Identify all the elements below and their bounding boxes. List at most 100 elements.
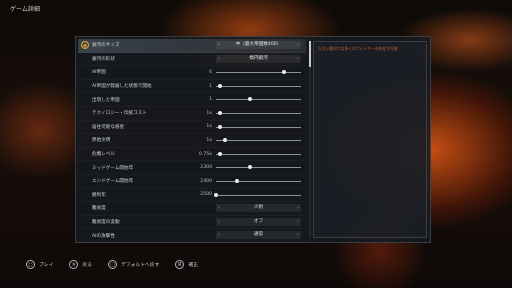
setting-label: AI帝国が発展した状態で開始: [92, 84, 152, 90]
setting-slider[interactable]: [216, 178, 301, 185]
slider-knob[interactable]: [214, 192, 218, 197]
slider-track: [216, 167, 301, 169]
chevron-right-icon[interactable]: ›: [297, 55, 299, 63]
setting-row[interactable]: AIの攻撃性 ‹ 通常 ›: [78, 229, 306, 243]
setting-label: 出現した帝国: [92, 97, 120, 103]
setting-value: 2500: [200, 192, 212, 198]
setting-label: 勝利年: [92, 192, 106, 198]
slider-knob[interactable]: [218, 124, 223, 129]
setting-label: ミッドゲーム開始年: [92, 165, 134, 171]
setting-value: 0.75x: [199, 151, 212, 157]
square-button-icon: □: [108, 260, 118, 269]
button-prompts: ○ プレイ ✕ 戻る □ デフォルトへ戻す R 補正: [26, 260, 214, 269]
setting-slider[interactable]: [216, 96, 301, 103]
setting-value: 2400: [200, 178, 212, 184]
setting-label: 銀河の形状: [92, 56, 115, 62]
choice-value: 通常: [253, 232, 264, 238]
slider-knob[interactable]: [218, 110, 223, 115]
setting-choice[interactable]: ‹ 中（最大帝国数400） ›: [216, 41, 301, 49]
setting-slider[interactable]: [216, 151, 301, 158]
slider-knob[interactable]: [282, 70, 286, 75]
setting-slider[interactable]: [216, 124, 301, 131]
settings-list: ◉ 銀河のサイズ ‹ 中（最大帝国数400） › 銀河の形状 ‹ 楕円銀河 › AI帝国 6 AI帝国…: [78, 39, 306, 243]
setting-row[interactable]: ミッドゲーム開始年 2300: [78, 161, 306, 175]
setting-slider[interactable]: [216, 83, 301, 90]
setting-label: 難易度の変動: [92, 220, 120, 226]
prompt-label: 補正: [188, 263, 199, 268]
slider-knob[interactable]: [222, 138, 227, 143]
setting-label: 原始文明: [92, 138, 111, 144]
setting-value: 1x: [206, 137, 212, 143]
setting-label: 居住可能な惑星: [92, 124, 125, 130]
chevron-right-icon[interactable]: ›: [297, 41, 299, 49]
slider-track: [216, 140, 301, 142]
prompt-label: デフォルトへ戻す: [121, 263, 160, 268]
scrollbar-track[interactable]: [309, 41, 311, 237]
setting-value: 1x: [206, 110, 212, 116]
prompt-1[interactable]: ✕ 戻る: [69, 260, 92, 269]
selected-setting-icon: ◉: [81, 41, 89, 49]
slider-knob[interactable]: [248, 97, 252, 102]
setting-slider[interactable]: [216, 69, 301, 76]
slider-track: [216, 85, 301, 87]
r-button-icon: R: [175, 260, 185, 269]
setting-row[interactable]: テクノロジー・伝統コスト 1x: [78, 107, 306, 121]
slider-knob[interactable]: [218, 151, 223, 156]
game-settings-panel: ◉ 銀河のサイズ ‹ 中（最大帝国数400） › 銀河の形状 ‹ 楕円銀河 › AI帝国 6 AI帝国…: [75, 36, 431, 243]
slider-knob[interactable]: [235, 178, 240, 183]
setting-label: エンドゲーム開始年: [92, 179, 134, 185]
slider-knob[interactable]: [248, 165, 252, 170]
slider-track: [216, 194, 301, 196]
prompt-2[interactable]: □ デフォルトへ戻す: [108, 260, 159, 269]
setting-label: AI帝国: [92, 70, 106, 76]
circle-button-icon: ○: [26, 260, 35, 269]
setting-row[interactable]: 難易度 ‹ 少尉 ›: [78, 202, 306, 216]
setting-row[interactable]: ◉ 銀河のサイズ ‹ 中（最大帝国数400） ›: [78, 39, 306, 53]
setting-row[interactable]: 危機レベル 0.75x: [78, 148, 306, 162]
setting-value: 2300: [200, 165, 212, 171]
prompt-3[interactable]: R 補正: [175, 260, 198, 269]
setting-row[interactable]: 原始文明 1x: [78, 134, 306, 148]
setting-row[interactable]: エンドゲーム開始年 2400: [78, 175, 306, 189]
screen-title: ゲーム詳細: [10, 6, 40, 13]
slider-track: [216, 72, 301, 74]
slider-track: [216, 153, 301, 155]
setting-label: AIの攻撃性: [92, 233, 115, 239]
setting-choice[interactable]: ‹ 楕円銀河 ›: [216, 54, 301, 63]
setting-value: 1: [209, 83, 212, 89]
choice-value: 中（最大帝国数400）: [235, 42, 282, 47]
slider-knob[interactable]: [218, 83, 223, 88]
chevron-right-icon[interactable]: ›: [297, 218, 299, 226]
setting-row[interactable]: 勝利年 2500: [78, 189, 306, 203]
description-text: 大きい銀河では多くのプレイヤーの存在が可能: [318, 46, 398, 51]
setting-row[interactable]: AI帝国 6: [78, 66, 306, 80]
slider-track: [216, 112, 301, 114]
setting-row[interactable]: 銀河の形状 ‹ 楕円銀河 ›: [78, 53, 306, 67]
setting-choice[interactable]: ‹ 少尉 ›: [216, 204, 301, 213]
choice-value: 少尉: [253, 205, 264, 211]
description-box: 大きい銀河では多くのプレイヤーの存在が可能: [313, 41, 427, 238]
setting-value: 1x: [206, 124, 212, 130]
setting-slider[interactable]: [216, 110, 301, 117]
setting-slider[interactable]: [216, 137, 301, 144]
setting-value: 1: [209, 97, 212, 103]
setting-row[interactable]: AI帝国が発展した状態で開始 1: [78, 80, 306, 94]
prompt-0[interactable]: ○ プレイ: [26, 260, 53, 269]
setting-value: 6: [209, 69, 212, 75]
slider-track: [216, 126, 301, 128]
setting-choice[interactable]: ‹ 通常 ›: [216, 231, 301, 240]
setting-slider[interactable]: [216, 164, 301, 171]
setting-label: 銀河のサイズ: [92, 43, 120, 49]
chevron-right-icon[interactable]: ›: [297, 231, 299, 239]
setting-slider[interactable]: [214, 192, 301, 199]
setting-row[interactable]: 出現した帝国 1: [78, 93, 306, 107]
prompt-label: プレイ: [39, 263, 54, 268]
choice-value: 楕円銀河: [249, 55, 268, 61]
setting-label: 危機レベル: [92, 152, 115, 158]
setting-row[interactable]: 難易度の変動 ‹ オフ ›: [78, 216, 306, 230]
chevron-right-icon[interactable]: ›: [297, 204, 299, 212]
scrollbar-thumb[interactable]: [309, 41, 311, 67]
setting-row[interactable]: 居住可能な惑星 1x: [78, 121, 306, 135]
setting-choice[interactable]: ‹ オフ ›: [216, 217, 301, 226]
choice-value: オフ: [253, 218, 264, 224]
